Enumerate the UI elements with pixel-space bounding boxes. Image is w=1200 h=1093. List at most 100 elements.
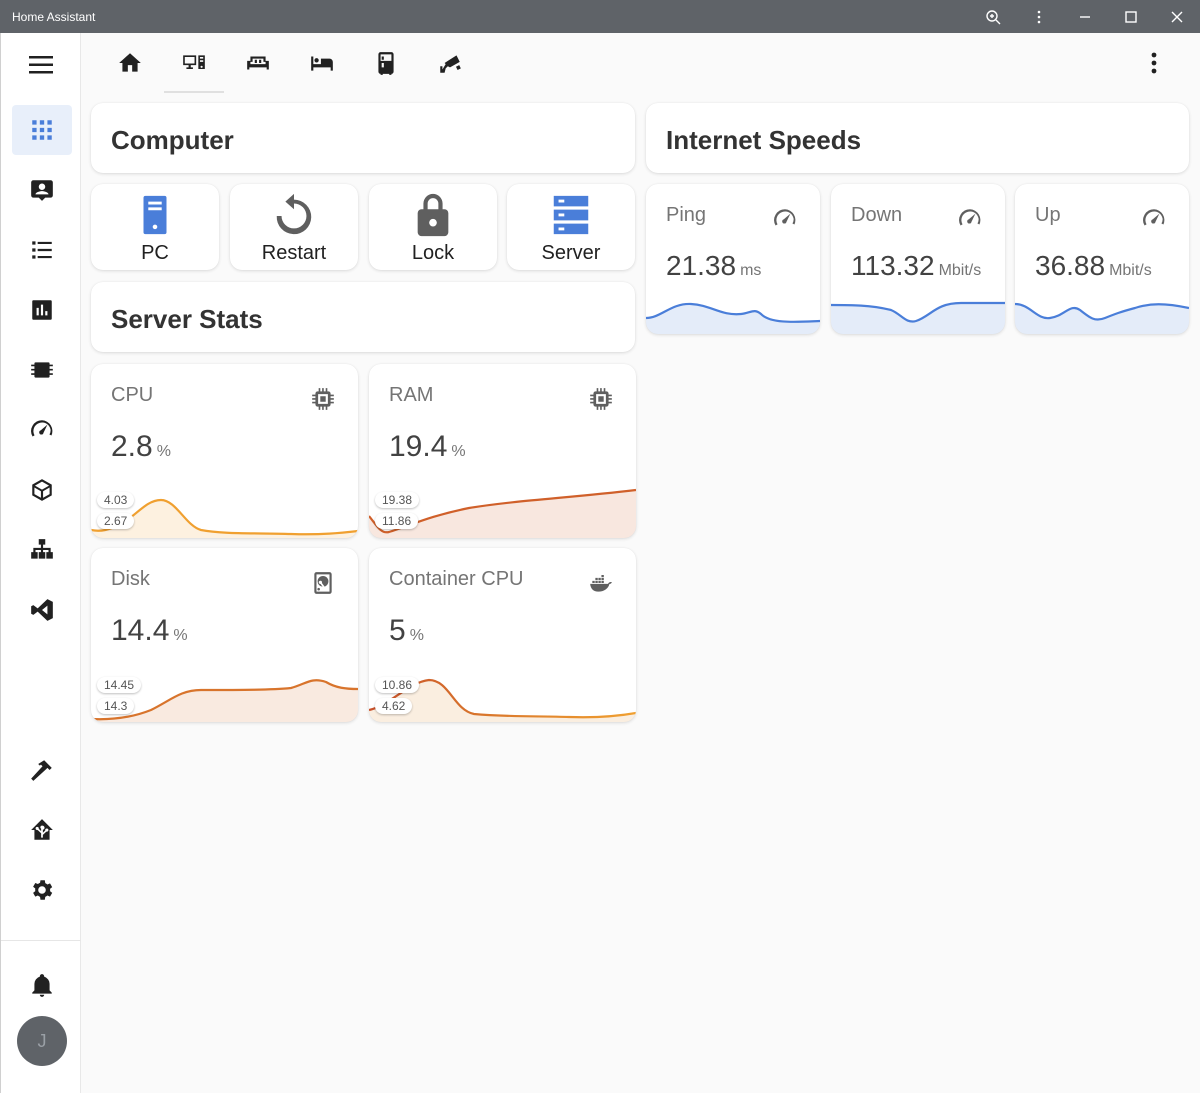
down-sparkline — [831, 298, 1005, 334]
sensor-value: 14.4% — [111, 614, 188, 648]
sensor-name: Container CPU — [389, 568, 524, 591]
sensor-unit: Mbit/s — [1109, 262, 1152, 279]
graph-max-label: 19.38 — [375, 492, 419, 508]
sensor-unit: % — [173, 627, 187, 644]
harddisk-icon — [310, 570, 336, 596]
tab-home[interactable] — [100, 33, 160, 93]
sensor-name: Disk — [111, 568, 150, 591]
tab-computer[interactable] — [164, 33, 224, 93]
down-sensor-card[interactable]: Down 113.32Mbit/s — [831, 184, 1005, 334]
sidebar-item-supervisor[interactable] — [12, 805, 72, 855]
chart-box-icon — [29, 297, 55, 323]
home-assistant-icon — [29, 817, 55, 843]
ping-sensor-card[interactable]: Ping 21.38ms — [646, 184, 820, 334]
ping-sparkline — [646, 298, 820, 334]
graph-max-label: 10.86 — [375, 677, 419, 693]
tab-bedroom[interactable] — [292, 33, 352, 93]
sidebar-item-speedtest[interactable] — [12, 405, 72, 455]
lock-button[interactable]: Lock — [369, 184, 497, 270]
chip-icon — [29, 357, 55, 383]
server-icon — [548, 192, 594, 238]
pc-button[interactable]: PC — [91, 184, 219, 270]
bell-icon — [29, 972, 55, 998]
container-cpu-sensor-card[interactable]: Container CPU 5% 10.86 4.62 — [369, 548, 636, 722]
restart-icon — [271, 192, 317, 238]
desktop-tower-icon — [132, 192, 178, 238]
sidebar-item-map[interactable] — [12, 165, 72, 215]
speedometer-icon — [957, 206, 983, 232]
sensor-value: 113.32Mbit/s — [851, 250, 981, 282]
server-stats-title-card: Server Stats — [91, 282, 635, 352]
package-icon — [29, 477, 55, 503]
sidebar-divider — [1, 940, 81, 941]
lock-button-label: Lock — [369, 242, 497, 265]
sensor-value: 5% — [389, 614, 424, 648]
section-title: Internet Speeds — [666, 125, 861, 156]
restart-button[interactable]: Restart — [230, 184, 358, 270]
chip-icon — [588, 386, 614, 412]
sidebar-item-logbook[interactable] — [12, 225, 72, 275]
maximize-icon[interactable] — [1108, 0, 1154, 33]
tab-kitchen[interactable] — [356, 33, 416, 93]
view-grid-icon — [29, 117, 55, 143]
cctv-icon — [437, 50, 463, 76]
notifications-button[interactable] — [12, 960, 72, 1010]
minimize-icon[interactable] — [1062, 0, 1108, 33]
ram-sparkline — [369, 478, 636, 538]
section-title: Server Stats — [111, 304, 263, 335]
sensor-name: RAM — [389, 384, 433, 407]
account-box-icon — [29, 177, 55, 203]
sidebar-item-settings[interactable] — [12, 865, 72, 915]
graph-min-label: 4.62 — [375, 698, 412, 714]
window-titlebar: Home Assistant — [0, 0, 1200, 33]
cpu-sensor-card[interactable]: CPU 2.8% 4.03 2.67 — [91, 364, 358, 538]
sidebar-item-overview[interactable] — [12, 105, 72, 155]
disk-sensor-card[interactable]: Disk 14.4% 14.45 14.3 — [91, 548, 358, 722]
close-icon[interactable] — [1154, 0, 1200, 33]
hammer-icon — [29, 757, 55, 783]
bed-icon — [309, 50, 335, 76]
sidebar-item-vscode[interactable] — [12, 585, 72, 635]
sensor-name: CPU — [111, 384, 153, 407]
up-sensor-card[interactable]: Up 36.88Mbit/s — [1015, 184, 1189, 334]
dots-vertical-icon[interactable] — [1142, 51, 1166, 75]
pc-button-label: PC — [91, 242, 219, 265]
sensor-value-number: 36.88 — [1035, 250, 1105, 281]
sidebar-item-hacs[interactable] — [12, 465, 72, 515]
menu-icon[interactable] — [26, 53, 56, 77]
internet-speeds-title-card: Internet Speeds — [646, 103, 1189, 173]
sidebar-item-developer-tools[interactable] — [12, 745, 72, 795]
sensor-name: Up — [1035, 204, 1061, 227]
server-button[interactable]: Server — [507, 184, 635, 270]
restart-button-label: Restart — [230, 242, 358, 265]
tab-living-room[interactable] — [228, 33, 288, 93]
speedometer-icon — [1141, 206, 1167, 232]
sensor-value-number: 19.4 — [389, 430, 447, 463]
sitemap-icon — [29, 537, 55, 563]
avatar[interactable]: J — [17, 1016, 67, 1066]
graph-max-label: 4.03 — [97, 492, 134, 508]
sensor-value: 21.38ms — [666, 250, 761, 282]
docker-icon — [588, 570, 614, 596]
cpu-sparkline — [91, 478, 358, 538]
sensor-value: 19.4% — [389, 430, 466, 464]
lock-icon — [410, 192, 456, 238]
graph-max-label: 14.45 — [97, 677, 141, 693]
list-icon — [29, 237, 55, 263]
home-icon — [117, 50, 143, 76]
sidebar-item-hardware[interactable] — [12, 345, 72, 395]
more-vert-icon[interactable] — [1016, 0, 1062, 33]
sidebar-item-history[interactable] — [12, 285, 72, 335]
sensor-name: Down — [851, 204, 902, 227]
sidebar: J — [0, 33, 81, 1093]
ram-sensor-card[interactable]: RAM 19.4% 19.38 11.86 — [369, 364, 636, 538]
tab-security[interactable] — [420, 33, 480, 93]
sensor-value-number: 21.38 — [666, 250, 736, 281]
graph-min-label: 2.67 — [97, 513, 134, 529]
chip-icon — [310, 386, 336, 412]
monitor-desktop-icon — [181, 50, 207, 76]
speedometer-icon — [772, 206, 798, 232]
window-title: Home Assistant — [12, 10, 970, 24]
zoom-icon[interactable] — [970, 0, 1016, 33]
sidebar-item-network[interactable] — [12, 525, 72, 575]
